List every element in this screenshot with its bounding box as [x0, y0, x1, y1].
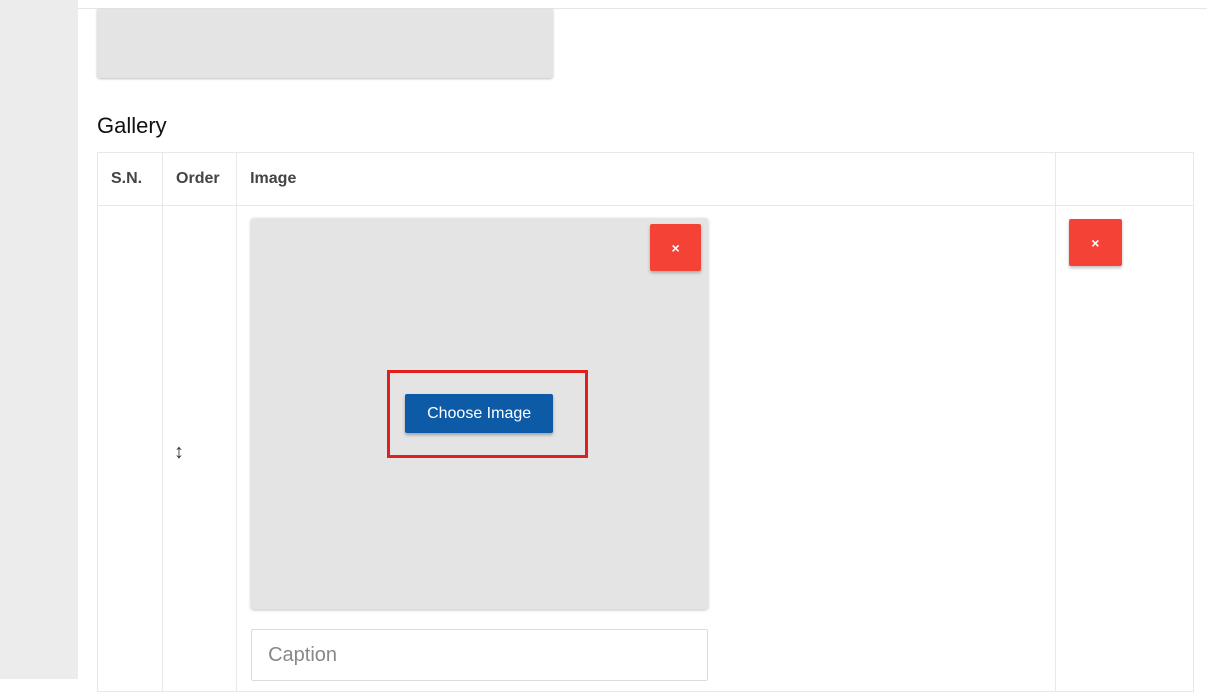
cell-sn: [96, 205, 164, 692]
remove-row-button[interactable]: ×: [1068, 219, 1122, 266]
remove-image-button[interactable]: ×: [650, 224, 702, 271]
cell-order: ↕: [162, 205, 238, 692]
previous-image-placeholder: [97, 9, 553, 78]
choose-image-button[interactable]: Choose Image: [405, 394, 554, 433]
header-action: [1054, 152, 1195, 206]
header-order: Order: [162, 152, 238, 206]
caption-input[interactable]: [251, 629, 709, 681]
header-sn: S.N.: [96, 152, 164, 206]
image-upload-area: × Choose Image: [251, 218, 709, 609]
cell-image: × Choose Image: [236, 205, 1056, 692]
cell-action: ×: [1054, 205, 1195, 692]
drag-handle-icon[interactable]: ↕: [174, 441, 184, 464]
gallery-table-header: S.N. Order Image: [96, 152, 1195, 206]
left-sidebar-gutter: [0, 0, 78, 679]
section-title: Gallery: [97, 113, 167, 138]
table-row: ↕ × Choose Image ×: [96, 205, 1195, 692]
header-row: S.N. Order Image: [96, 152, 1195, 206]
header-image: Image: [236, 152, 1056, 206]
gallery-table: S.N. Order Image ↕ × Choose Image Captio…: [96, 152, 1195, 692]
close-icon: ×: [1091, 234, 1100, 251]
close-icon: ×: [671, 239, 680, 256]
